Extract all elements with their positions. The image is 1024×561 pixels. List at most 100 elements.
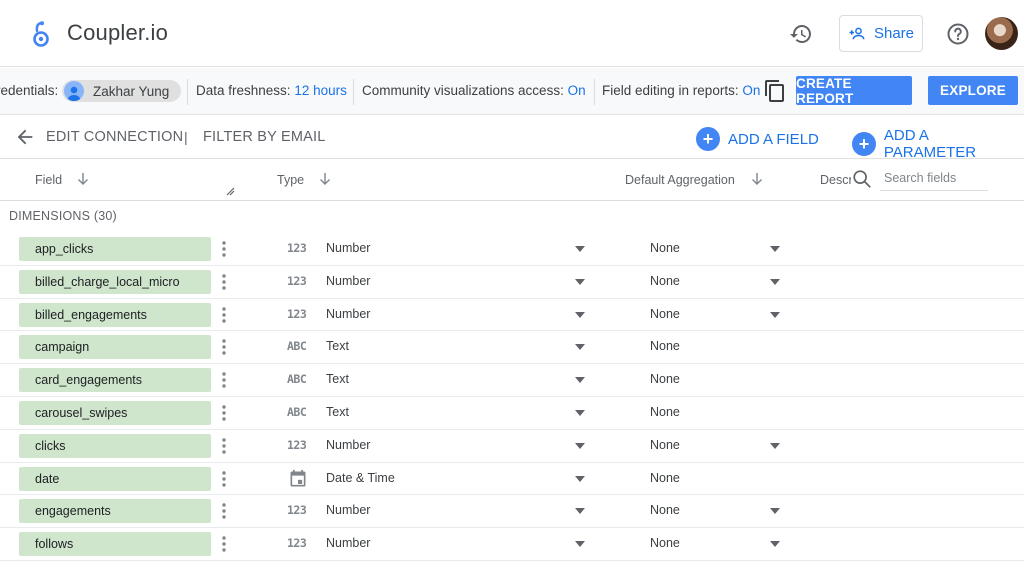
divider [353,79,354,105]
dropdown-arrow-icon[interactable] [769,442,781,450]
field-type-select[interactable]: Number [326,274,370,288]
default-aggregation-value: None [650,241,680,255]
field-type-select[interactable]: Text [326,405,349,419]
dropdown-arrow-icon[interactable] [769,311,781,319]
dropdown-arrow-icon[interactable] [769,507,781,515]
community-info[interactable]: Community visualizations access: On [362,83,586,98]
dropdown-arrow-icon[interactable] [769,278,781,286]
field-row: billed_charge_local_micro 123 Number Non… [0,266,1024,299]
default-aggregation-value: None [650,536,680,551]
field-type-select[interactable]: Number [326,503,370,517]
field-name-chip[interactable]: engagements [19,499,211,524]
column-header-field[interactable]: Field [35,173,62,187]
more-vert-icon[interactable] [218,305,230,325]
field-type-select[interactable]: Number [326,438,370,452]
field-row: clicks 123 Number None [0,430,1024,463]
community-value[interactable]: On [568,83,586,98]
arrow-down-icon[interactable] [75,171,91,187]
default-aggregation-value: None [650,372,680,387]
more-vert-icon[interactable] [218,501,230,521]
more-vert-icon[interactable] [218,469,230,489]
help-icon[interactable] [946,22,970,46]
coupler-logo-icon [33,21,49,47]
dropdown-arrow-icon[interactable] [574,540,586,548]
field-type-select[interactable]: Text [326,372,349,386]
more-vert-icon[interactable] [218,272,230,292]
edit-connection-button[interactable]: EDIT CONNECTION [46,129,183,145]
more-vert-icon[interactable] [218,403,230,423]
explore-button[interactable]: EXPLORE [928,76,1018,105]
freshness-info[interactable]: Data freshness: 12 hours [196,83,347,98]
add-parameter-button[interactable]: + ADD A PARAMETER [852,127,1024,161]
field-name-chip[interactable]: app_clicks [19,237,211,261]
divider [594,79,595,105]
field-name-chip[interactable]: billed_engagements [19,302,211,327]
dropdown-arrow-icon[interactable] [769,245,781,253]
filter-by-email-button[interactable]: FILTER BY EMAIL [203,129,326,145]
field-type-select[interactable]: Number [326,241,370,255]
field-editing-value[interactable]: On [742,83,760,98]
field-editing-info[interactable]: Field editing in reports: On [602,83,760,98]
field-name-chip[interactable]: clicks [19,433,211,458]
field-name-chip[interactable]: date [19,466,211,491]
user-avatar[interactable] [985,17,1018,50]
more-vert-icon[interactable] [218,370,230,390]
dropdown-arrow-icon[interactable] [574,507,586,515]
more-vert-icon[interactable] [218,239,230,259]
field-type-select[interactable]: Date & Time [326,471,395,485]
column-header-default-aggregation[interactable]: Default Aggregation [625,173,735,187]
field-name-chip[interactable]: carousel_swipes [19,401,211,425]
dropdown-arrow-icon[interactable] [574,376,586,384]
type-number-icon: 123 [287,241,307,255]
dropdown-arrow-icon[interactable] [574,343,586,351]
freshness-value[interactable]: 12 hours [294,83,347,98]
type-number-icon: 123 [287,437,307,452]
arrow-down-icon[interactable] [749,171,765,187]
share-label: Share [873,25,915,42]
arrow-down-icon[interactable] [317,171,333,187]
type-text-icon: ABC [287,372,307,387]
dropdown-arrow-icon[interactable] [769,540,781,548]
history-icon[interactable] [789,22,813,46]
freshness-label: Data freshness: [196,83,291,98]
column-resize-icon[interactable] [225,186,235,196]
column-header-description[interactable]: Descr [820,173,851,187]
create-report-button[interactable]: CREATE REPORT [796,76,912,106]
add-circle-icon: + [696,127,720,151]
add-field-button[interactable]: + ADD A FIELD [696,127,819,151]
app-title: Coupler.io [67,20,169,45]
search-icon[interactable] [851,168,873,190]
default-aggregation-value: None [650,339,680,354]
field-name-chip[interactable]: campaign [19,335,211,360]
field-row: campaign ABC Text None [0,331,1024,365]
search-fields-input[interactable] [880,165,988,191]
credentials-label: redentials: [0,83,59,98]
dropdown-arrow-icon[interactable] [574,442,586,450]
field-type-select[interactable]: Text [326,339,349,353]
arrow-back-icon[interactable] [14,126,36,148]
more-vert-icon[interactable] [218,534,230,554]
add-circle-icon: + [852,132,876,156]
dropdown-arrow-icon[interactable] [574,475,586,483]
more-vert-icon[interactable] [218,337,230,357]
dropdown-arrow-icon[interactable] [574,278,586,286]
default-aggregation-value: None [650,503,680,518]
community-label: Community visualizations access: [362,83,564,98]
field-type-select[interactable]: Number [326,307,370,321]
field-row: follows 123 Number None [0,528,1024,561]
field-name-chip[interactable]: billed_charge_local_micro [19,269,211,294]
field-type-select[interactable]: Number [326,536,370,550]
share-button[interactable]: Share [839,15,923,52]
dropdown-arrow-icon[interactable] [574,409,586,417]
field-name-chip[interactable]: card_engagements [19,368,211,393]
column-header-type[interactable]: Type [277,173,304,187]
add-field-label: ADD A FIELD [728,130,819,148]
copy-icon[interactable] [763,79,787,103]
credentials-chip[interactable]: Zakhar Yung [62,80,181,102]
dropdown-arrow-icon[interactable] [574,311,586,319]
person-icon [64,81,84,101]
dropdown-arrow-icon[interactable] [574,245,586,253]
more-vert-icon[interactable] [218,436,230,456]
field-name-chip[interactable]: follows [19,532,211,557]
toolbar-separator: | [184,129,188,145]
